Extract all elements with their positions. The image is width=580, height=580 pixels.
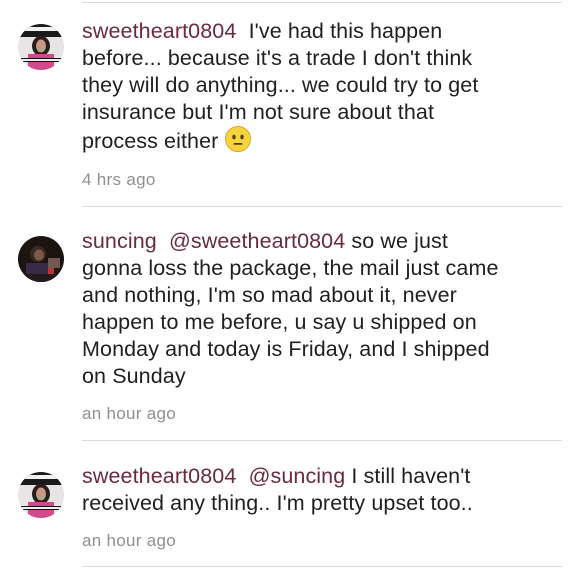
user-avatar[interactable] <box>18 24 64 70</box>
comment-line: suncing @sweetheart0804 so we just <box>82 228 567 255</box>
comment-text: Monday and today is Friday, and I shippe… <box>82 337 490 361</box>
mention-link[interactable]: @sweetheart0804 <box>169 229 345 253</box>
comment-thread: sweetheart0804 I've had this happen befo… <box>0 0 580 580</box>
comment-username[interactable]: sweetheart0804 <box>82 464 236 488</box>
comment-text: process either <box>82 129 219 153</box>
avatar-image-icon <box>18 472 64 518</box>
user-avatar[interactable] <box>18 472 64 518</box>
comment-timestamp: an hour ago <box>82 404 177 423</box>
comment-text: received any thing.. I'm pretty upset to… <box>82 491 473 515</box>
comment-body: suncing @sweetheart0804 so we just gonna… <box>82 228 567 390</box>
avatar-image-icon <box>18 24 64 70</box>
comment-body: sweetheart0804 I've had this happen befo… <box>82 18 567 155</box>
comment-line: sweetheart0804 @suncing I still haven't <box>82 463 567 490</box>
comment-text: on Sunday <box>82 364 186 388</box>
user-avatar[interactable] <box>18 236 64 282</box>
comment-text: before... because it's a trade I don't t… <box>82 46 473 70</box>
comment-text: insurance but I'm not sure about that <box>82 100 435 124</box>
comment-line: sweetheart0804 I've had this happen <box>82 18 567 45</box>
comment-text: so we just <box>351 229 448 253</box>
comment-line: process either <box>82 126 567 155</box>
comment-text: and nothing, I'm so mad about it, never <box>82 283 457 307</box>
divider <box>82 440 562 441</box>
comment-text: I still haven't <box>351 464 471 488</box>
comment-username[interactable]: sweetheart0804 <box>82 19 236 43</box>
comment-body: sweetheart0804 @suncing I still haven't … <box>82 463 567 517</box>
divider <box>82 566 562 567</box>
comment-username[interactable]: suncing <box>82 229 157 253</box>
comment-timestamp: 4 hrs ago <box>82 170 156 189</box>
divider <box>82 2 562 3</box>
divider <box>82 206 562 207</box>
comment-text: happen to me before, u say u shipped on <box>82 310 477 334</box>
comment-text: they will do anything... we could try to… <box>82 73 479 97</box>
comment-text: gonna loss the package, the mail just ca… <box>82 256 499 280</box>
comment-text: I've had this happen <box>248 19 443 43</box>
mention-link[interactable]: @suncing <box>249 464 346 488</box>
neutral-face-emoji-icon <box>224 126 251 152</box>
comment-timestamp: an hour ago <box>82 531 177 550</box>
avatar-image-icon <box>18 236 64 282</box>
